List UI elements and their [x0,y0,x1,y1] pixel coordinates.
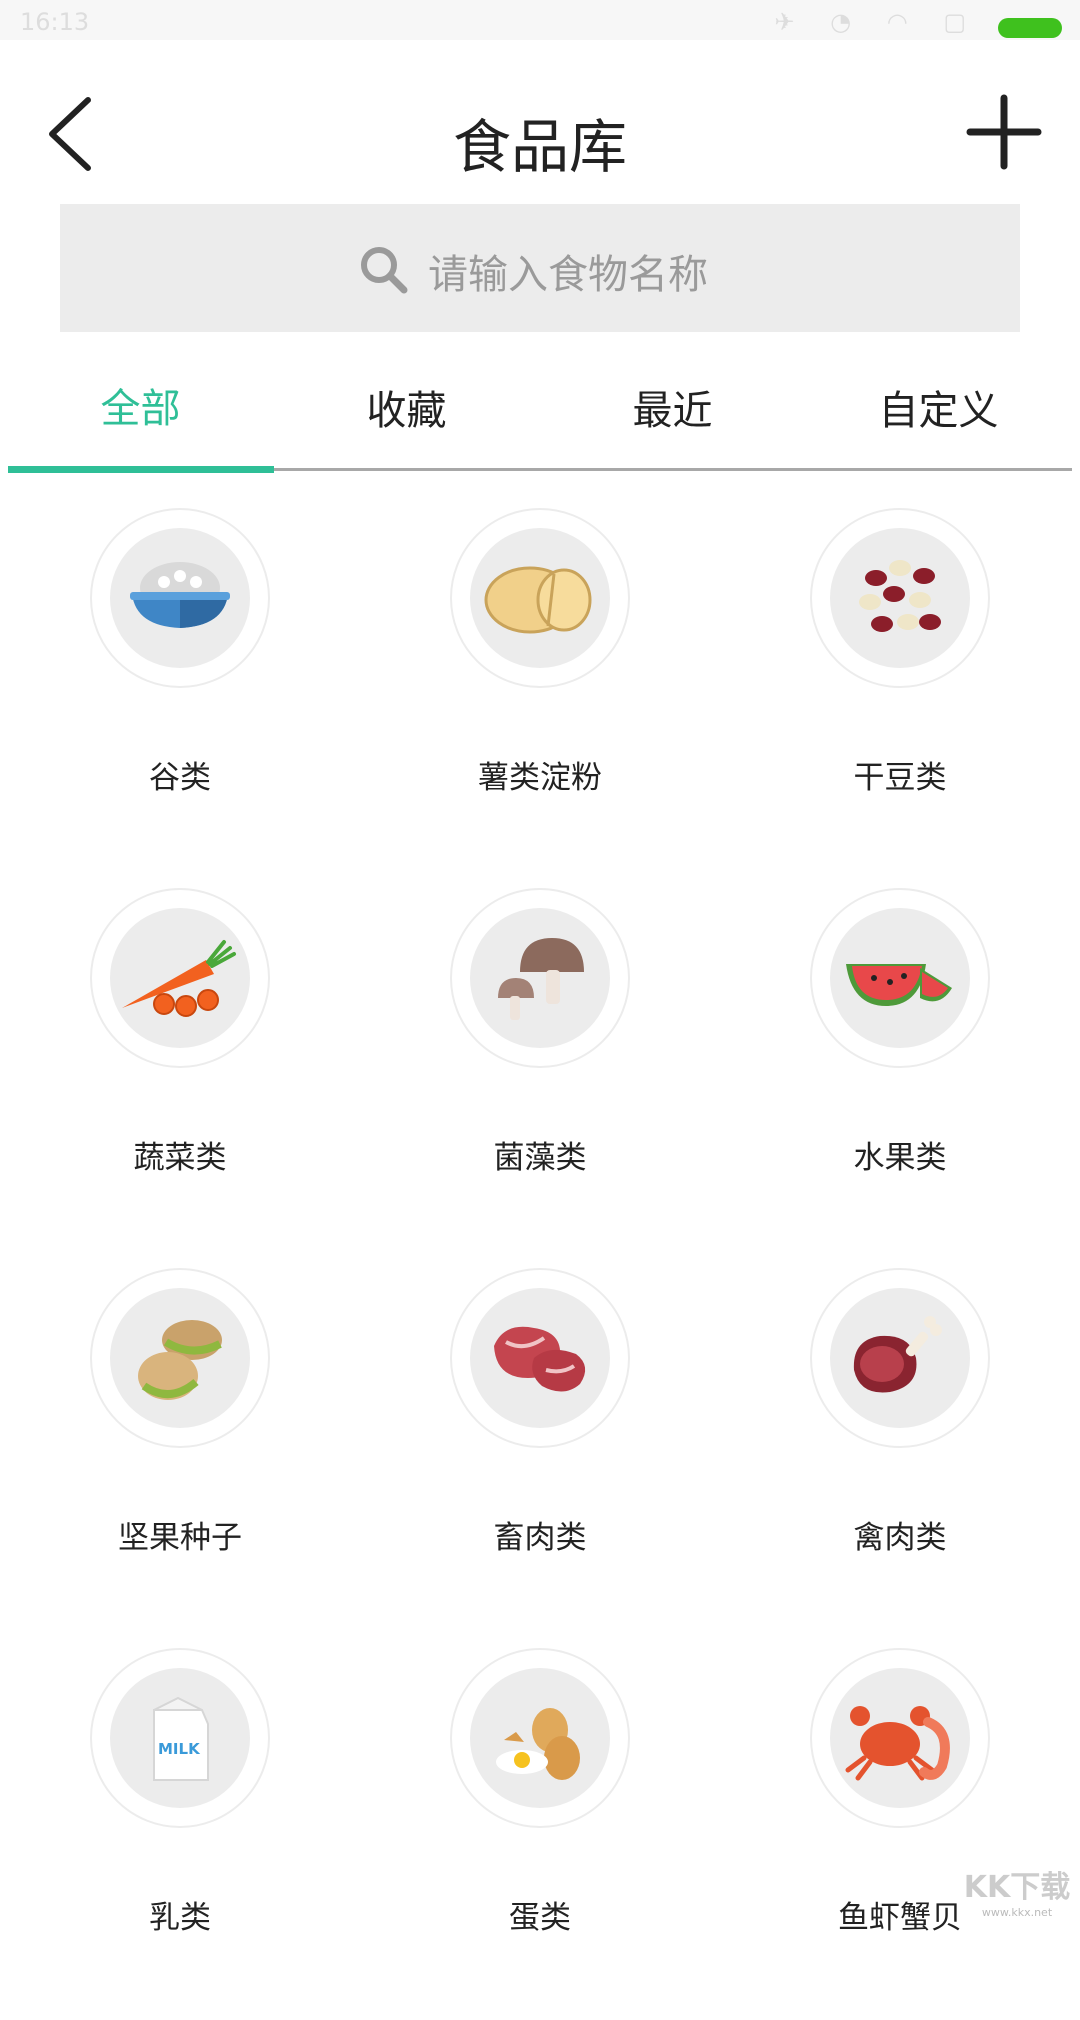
meat-icon [494,1326,586,1392]
category-icon-frame [90,508,270,688]
status-bar: 16:13 ✈ ◔ ◠ ▢ [0,0,1080,40]
category-icon-frame [90,1268,270,1448]
category-item-seafood[interactable]: 鱼虾蟹贝 [720,1640,1080,2020]
tab-all[interactable]: 全部 [8,376,273,434]
crab-icon [845,1706,950,1781]
category-label: 菌藻类 [493,1140,587,1176]
category-item-grains[interactable]: 谷类 [0,500,360,880]
category-icon-frame [810,1268,990,1448]
potato-icon [484,566,592,634]
category-icon-frame: MILK [90,1648,270,1828]
category-item-nuts-seeds[interactable]: 坚果种子 [0,1260,360,1640]
add-button[interactable] [964,92,1044,172]
status-icons: ✈ ◔ ◠ ▢ [774,8,980,36]
category-icon-frame [450,1268,630,1448]
category-item-dry-beans[interactable]: 干豆类 [720,500,1080,880]
category-icon-frame [810,888,990,1068]
category-item-eggs[interactable]: 蛋类 [360,1640,720,2020]
egg-icon [496,1708,580,1780]
category-label: 谷类 [149,760,211,796]
category-icon-frame [450,508,630,688]
plus-icon [966,94,1042,170]
tab-bar: 全部 收藏 最近 自定义 [8,350,1072,474]
category-item-tubers-starch[interactable]: 薯类淀粉 [360,500,720,880]
category-item-fruits[interactable]: 水果类 [720,880,1080,1260]
header: 食品库 [0,40,1080,190]
category-item-dairy[interactable]: MILK 乳类 [0,1640,360,2020]
beans-icon [859,560,941,632]
category-label: 蛋类 [509,1900,571,1936]
tab-favorites[interactable]: 收藏 [274,378,539,436]
category-icon-frame [810,508,990,688]
battery-icon [998,18,1062,38]
category-label: 干豆类 [853,760,947,796]
rice-bowl-icon [130,562,230,628]
category-icon-frame [810,1648,990,1828]
svg-text:MILK: MILK [158,1740,201,1758]
category-label: 坚果种子 [118,1520,242,1556]
category-item-vegetables[interactable]: 蔬菜类 [0,880,360,1260]
search-placeholder: 请输入食物名称 [428,252,708,298]
category-label: 禽肉类 [853,1520,947,1556]
category-item-poultry[interactable]: 禽肉类 [720,1260,1080,1640]
category-icon-frame [450,888,630,1068]
status-time: 16:13 [20,8,90,36]
tab-indicator [8,466,274,473]
search-icon [361,247,408,294]
category-label: 水果类 [853,1140,947,1176]
watermark-url: www.kkx.net [981,1906,1053,1919]
category-label: 畜肉类 [493,1520,587,1556]
milk-icon: MILK [153,1696,209,1781]
mushroom-icon [498,938,584,1020]
category-label: 蔬菜类 [133,1140,227,1176]
drumstick-icon [853,1316,942,1393]
watermark-logo: KK下载 www.kkx.net [962,1862,1072,1919]
category-label: 薯类淀粉 [478,760,602,796]
tab-recent[interactable]: 最近 [540,378,805,436]
category-label: 乳类 [149,1900,211,1936]
category-icon-frame [90,888,270,1068]
page-title: 食品库 [452,113,627,181]
category-icon-frame [450,1648,630,1828]
pistachio-icon [138,1320,222,1400]
search-input[interactable]: 请输入食物名称 [60,204,1020,332]
carrot-icon [122,940,236,1017]
category-item-fungi-algae[interactable]: 菌藻类 [360,880,720,1260]
watermelon-icon [846,964,952,1006]
category-item-livestock-meat[interactable]: 畜肉类 [360,1260,720,1640]
tab-custom[interactable]: 自定义 [806,378,1071,436]
watermark-text: KK下载 [963,1870,1071,1905]
